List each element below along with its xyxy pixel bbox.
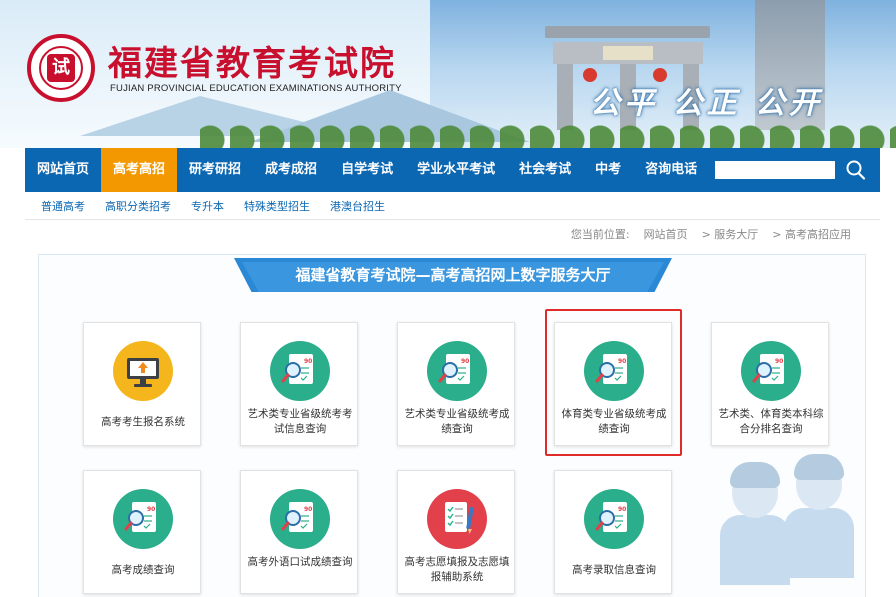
subnav-item-general[interactable]: 普通高考 [41, 198, 85, 214]
banner-trees [200, 118, 896, 148]
breadcrumb-service-hall[interactable]: > 服务大厅 [702, 226, 759, 242]
breadcrumb-home[interactable]: 网站首页 [644, 226, 688, 242]
service-hall-title: 福建省教育考试院—高考高招网上数字服务大厅 [295, 266, 611, 284]
score-report-search-icon [113, 489, 173, 549]
selection-highlight-box [545, 309, 682, 456]
subnav-item-special[interactable]: 特殊类型招生 [244, 198, 310, 214]
nav-item-academic-level[interactable]: 学业水平考试 [405, 148, 507, 192]
checklist-pencil-icon [427, 489, 487, 549]
nav-item-home[interactable]: 网站首页 [25, 148, 101, 192]
score-report-search-icon [427, 341, 487, 401]
nav-item-social-exam[interactable]: 社会考试 [507, 148, 583, 192]
service-card-label: 高考志愿填报及志愿填报辅助系统 [404, 556, 510, 583]
breadcrumb-prefix: 您当前位置: [570, 228, 630, 241]
banner-slogan: 公平 公正 公开 [590, 86, 823, 121]
service-card-admission-info[interactable]: 高考录取信息查询 [554, 470, 672, 594]
service-card-art-exam-info[interactable]: 艺术类专业省级统考考试信息查询 [240, 322, 358, 446]
nav-item-zhongkao[interactable]: 中考 [583, 148, 633, 192]
service-card-art-exam-score[interactable]: 艺术类专业省级统考成绩查询 [397, 322, 515, 446]
main-nav: 网站首页 高考高招 研考研招 成考成招 自学考试 学业水平考试 社会考试 中考 … [25, 148, 880, 192]
service-card-gaokao-registration[interactable]: 高考考生报名系统 [83, 322, 201, 446]
service-card-label: 高考考生报名系统 [101, 416, 185, 428]
nav-item-adult[interactable]: 成考成招 [253, 148, 329, 192]
service-card-oral-exam-score[interactable]: 高考外语口试成绩查询 [240, 470, 358, 594]
nav-item-selfstudy[interactable]: 自学考试 [329, 148, 405, 192]
breadcrumb: 您当前位置: 网站首页 > 服务大厅 > 高考高招应用 [571, 226, 851, 242]
score-report-search-icon [270, 341, 330, 401]
score-report-search-icon [741, 341, 801, 401]
subnav-item-hkmt[interactable]: 港澳台招生 [330, 198, 385, 214]
score-report-search-icon [584, 489, 644, 549]
score-report-search-icon [270, 489, 330, 549]
computer-upload-icon [113, 341, 173, 401]
service-card-application-system[interactable]: 高考志愿填报及志愿填报辅助系统 [397, 470, 515, 594]
service-card-label: 艺术类专业省级统考考试信息查询 [247, 408, 353, 435]
subnav-item-upgrade[interactable]: 专升本 [191, 198, 224, 214]
search-input[interactable] [715, 161, 835, 179]
service-card-gaokao-score[interactable]: 高考成绩查询 [83, 470, 201, 594]
service-card-label: 高考外语口试成绩查询 [247, 556, 353, 568]
site-banner: 试 福建省教育考试院 FUJIAN PROVINCIAL EDUCATION E… [0, 0, 896, 148]
service-card-label: 高考成绩查询 [111, 564, 175, 576]
search-icon[interactable] [843, 158, 869, 182]
breadcrumb-gaokao-apps[interactable]: > 高考高招应用 [772, 226, 851, 242]
site-title-english: FUJIAN PROVINCIAL EDUCATION EXAMINATIONS… [110, 83, 402, 94]
service-hall-title-ribbon: 福建省教育考试院—高考高招网上数字服务大厅 [234, 258, 672, 294]
service-card-label: 高考录取信息查询 [572, 564, 656, 576]
subnav-item-vocational[interactable]: 高职分类招考 [105, 198, 171, 214]
service-card-label: 艺术类专业省级统考成绩查询 [404, 408, 510, 435]
seal-logo-icon[interactable]: 试 [27, 34, 95, 102]
nav-item-contact[interactable]: 咨询电话 [633, 148, 709, 192]
sub-nav: 普通高考 高职分类招考 专升本 特殊类型招生 港澳台招生 [25, 192, 880, 220]
customer-service-mascot-illustration [712, 420, 862, 590]
nav-item-gaokao[interactable]: 高考高招 [101, 148, 178, 192]
nav-item-graduate[interactable]: 研考研招 [177, 148, 253, 192]
site-title[interactable]: 福建省教育考试院 [108, 36, 396, 85]
